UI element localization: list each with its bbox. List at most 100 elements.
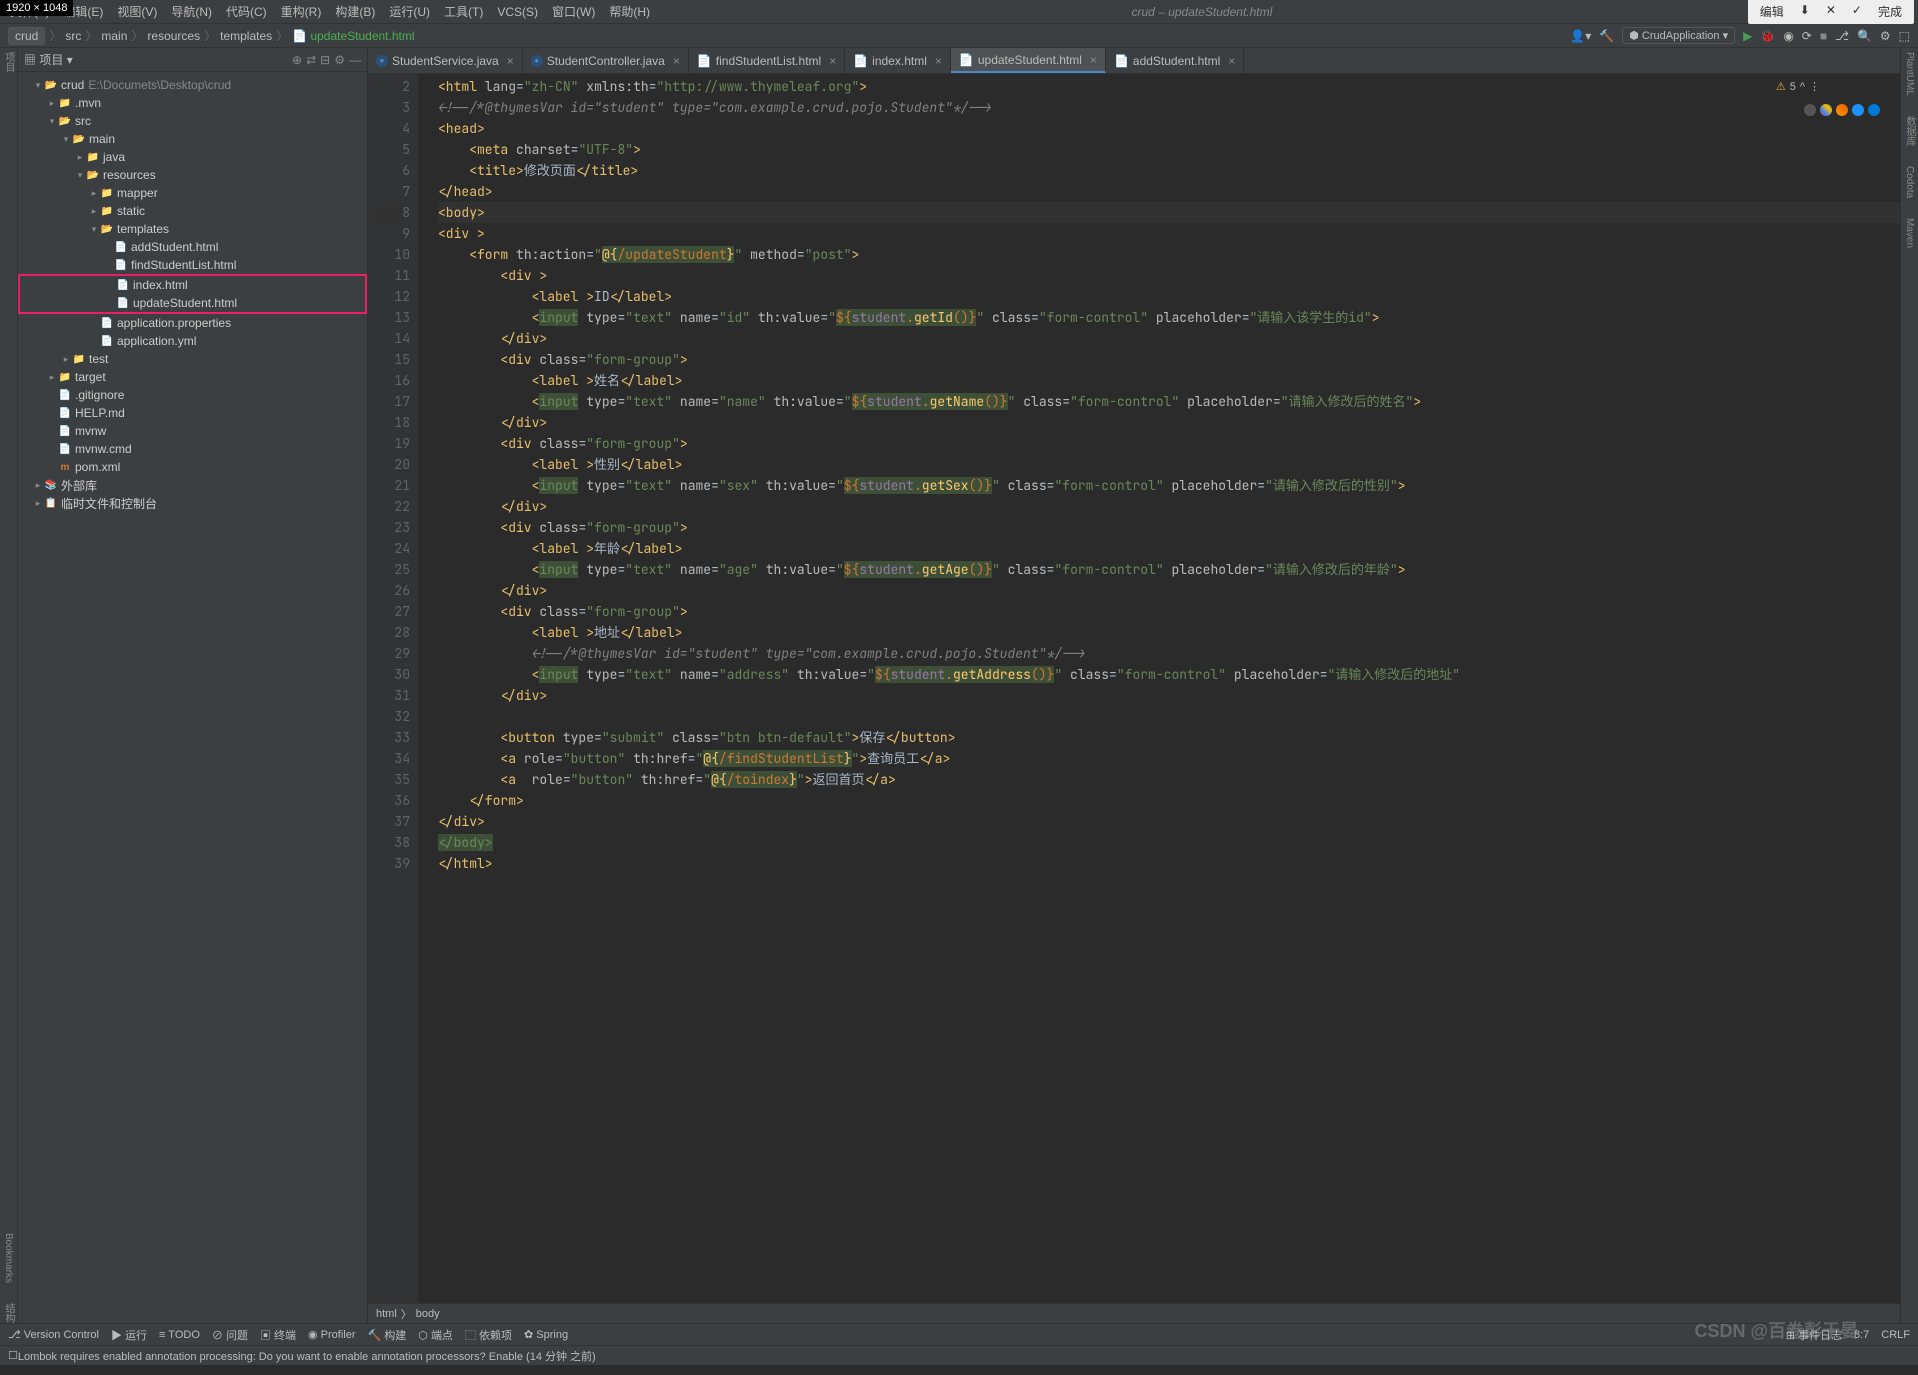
endpoints-button[interactable]: ⬡ 端点	[418, 1327, 453, 1343]
tree-item[interactable]: mpom.xml	[18, 458, 367, 476]
firefox-icon[interactable]	[1836, 104, 1848, 116]
edit-button[interactable]: 编辑	[1754, 1, 1790, 22]
menu-run[interactable]: 运行(U)	[383, 1, 436, 22]
tree-item[interactable]: 📄index.html	[20, 276, 365, 294]
expand-all-icon[interactable]: ⇄	[306, 53, 316, 67]
codota-tool-button[interactable]: Codota	[1904, 166, 1915, 198]
breadcrumb[interactable]: templates	[220, 29, 272, 43]
tree-item[interactable]: ▾📂main	[18, 130, 367, 148]
tree-item[interactable]: 📄mvnw.cmd	[18, 440, 367, 458]
project-tree[interactable]: ▾📂crudE:\Documets\Desktop\crud▸📁.mvn▾📂sr…	[18, 72, 367, 1323]
bookmarks-tool-button[interactable]: Bookmarks	[3, 1233, 14, 1283]
tree-item[interactable]: 📄updateStudent.html	[20, 294, 365, 312]
tree-item[interactable]: 📄HELP.md	[18, 404, 367, 422]
run-config-selector[interactable]: ⬢ CrudApplication ▾	[1622, 27, 1735, 44]
hide-icon[interactable]: —	[349, 53, 361, 67]
editor-tab[interactable]: 📄addStudent.html×	[1106, 48, 1244, 73]
close-tab-icon[interactable]: ×	[673, 54, 680, 68]
tree-item[interactable]: 📄mvnw	[18, 422, 367, 440]
terminal-button[interactable]: ▣ 终端	[260, 1327, 296, 1343]
breadcrumb[interactable]: resources	[147, 29, 200, 43]
browser-icon[interactable]	[1804, 104, 1816, 116]
chrome-icon[interactable]	[1820, 104, 1832, 116]
menu-view[interactable]: 视图(V)	[111, 1, 163, 22]
close-tab-icon[interactable]: ×	[829, 54, 836, 68]
tree-item[interactable]: ▸📁java	[18, 148, 367, 166]
user-icon[interactable]: 👤▾	[1570, 29, 1591, 43]
close-tab-icon[interactable]: ×	[507, 54, 514, 68]
editor-tab[interactable]: 📄index.html×	[845, 48, 951, 73]
editor-tab[interactable]: 📄updateStudent.html×	[951, 48, 1106, 73]
tree-item[interactable]: 📄addStudent.html	[18, 238, 367, 256]
project-tool-button[interactable]: 项目	[1, 52, 16, 72]
tree-item[interactable]: ▸📁target	[18, 368, 367, 386]
download-icon[interactable]: ⬇	[1794, 1, 1816, 22]
problems-button[interactable]: ⊘ 问题	[212, 1327, 248, 1343]
code-editor[interactable]: <html lang="zh-CN" xmlns:th="http://www.…	[418, 74, 1900, 1303]
tree-item[interactable]: ▸📚外部库	[18, 476, 367, 494]
profiler-button[interactable]: ◉ Profiler	[308, 1328, 356, 1341]
notification-bar[interactable]: ☐ Lombok requires enabled annotation pro…	[0, 1345, 1918, 1365]
tree-item[interactable]: 📄application.properties	[18, 314, 367, 332]
tree-item[interactable]: ▾📂crudE:\Documets\Desktop\crud	[18, 76, 367, 94]
close-icon[interactable]: ✕	[1820, 1, 1842, 22]
tree-item[interactable]: 📄findStudentList.html	[18, 256, 367, 274]
menu-help[interactable]: 帮助(H)	[603, 1, 656, 22]
tree-item[interactable]: ▸📋临时文件和控制台	[18, 494, 367, 512]
close-tab-icon[interactable]: ×	[1228, 54, 1235, 68]
breadcrumb[interactable]: src	[65, 29, 81, 43]
menu-vcs[interactable]: VCS(S)	[491, 3, 544, 21]
crumb[interactable]: body	[416, 1308, 440, 1320]
structure-tool-button[interactable]: 结构	[1, 1303, 16, 1323]
safari-icon[interactable]	[1852, 104, 1864, 116]
settings-icon[interactable]: ⚙	[1880, 29, 1891, 43]
menu-tools[interactable]: 工具(T)	[438, 1, 489, 22]
coverage-icon[interactable]: ◉	[1783, 29, 1793, 43]
editor-tab[interactable]: ●StudentController.java×	[523, 48, 689, 73]
tree-item[interactable]: 📄.gitignore	[18, 386, 367, 404]
more-icon[interactable]: ⬚	[1899, 29, 1910, 43]
menu-build[interactable]: 构建(B)	[329, 1, 381, 22]
breadcrumb[interactable]: crud	[8, 27, 45, 45]
menu-window[interactable]: 窗口(W)	[546, 1, 601, 22]
hammer-icon[interactable]: 🔨	[1599, 29, 1614, 43]
select-opened-icon[interactable]: ⊕	[292, 53, 302, 67]
search-icon[interactable]: 🔍	[1857, 29, 1872, 43]
tree-item[interactable]: ▾📂resources	[18, 166, 367, 184]
tree-item[interactable]: ▸📁.mvn	[18, 94, 367, 112]
menu-refactor[interactable]: 重构(R)	[275, 1, 328, 22]
close-tab-icon[interactable]: ×	[935, 54, 942, 68]
stop-icon[interactable]: ■	[1820, 29, 1827, 43]
version-control-button[interactable]: ⎇ Version Control	[8, 1328, 99, 1341]
deps-button[interactable]: ⬚ 依赖项	[465, 1327, 512, 1343]
check-icon[interactable]: ✓	[1846, 1, 1868, 22]
done-button[interactable]: 完成	[1872, 1, 1908, 22]
collapse-icon[interactable]: ⊟	[320, 53, 330, 67]
tree-item[interactable]: ▸📁static	[18, 202, 367, 220]
plantuml-tool-button[interactable]: PlantUML	[1904, 52, 1915, 96]
edge-icon[interactable]	[1868, 104, 1880, 116]
todo-button[interactable]: ≡ TODO	[159, 1329, 200, 1341]
close-tab-icon[interactable]: ×	[1090, 53, 1097, 67]
editor-tab[interactable]: ●StudentService.java×	[368, 48, 523, 73]
crumb[interactable]: html	[376, 1308, 397, 1320]
maven-tool-button[interactable]: Maven	[1904, 218, 1915, 248]
run-button[interactable]: ▶ 运行	[111, 1327, 147, 1343]
line-separator[interactable]: CRLF	[1881, 1329, 1910, 1341]
menu-navigate[interactable]: 导航(N)	[165, 1, 218, 22]
spring-button[interactable]: ✿ Spring	[524, 1328, 568, 1341]
tree-item[interactable]: ▾📂src	[18, 112, 367, 130]
build-button[interactable]: 🔨 构建	[368, 1327, 407, 1343]
database-tool-button[interactable]: 数据库	[1902, 116, 1917, 146]
profile-icon[interactable]: ⟳	[1802, 29, 1812, 43]
tree-item[interactable]: ▸📁test	[18, 350, 367, 368]
tree-item[interactable]: ▾📂templates	[18, 220, 367, 238]
git-icon[interactable]: ⎇	[1835, 29, 1849, 43]
analysis-badge[interactable]: ⚠5 ^⋮	[1776, 80, 1820, 93]
breadcrumb[interactable]: 📄 updateStudent.html	[292, 29, 414, 43]
tree-item[interactable]: 📄application.yml	[18, 332, 367, 350]
debug-icon[interactable]: 🐞	[1760, 29, 1775, 43]
tree-item[interactable]: ▸📁mapper	[18, 184, 367, 202]
editor-tab[interactable]: 📄findStudentList.html×	[689, 48, 845, 73]
breadcrumb[interactable]: main	[101, 29, 127, 43]
